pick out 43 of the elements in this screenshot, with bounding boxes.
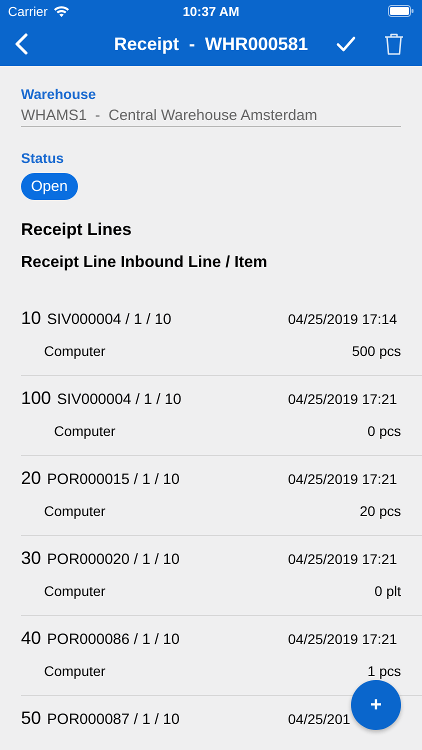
quantity: 1 pcs	[368, 663, 401, 679]
list-header: Receipt Line Inbound Line / Item	[21, 254, 268, 272]
item-name: Computer	[43, 343, 106, 359]
line-number: 30	[21, 548, 42, 569]
order-reference: SIV000004 / 1 / 10	[57, 391, 182, 408]
wifi-icon	[52, 5, 70, 17]
carrier-label: Carrier	[8, 4, 48, 18]
line-number: 20	[21, 468, 42, 489]
section-title: Receipt Lines	[21, 220, 133, 240]
clock: 10:37 AM	[182, 4, 240, 18]
quantity: 0 plt	[374, 583, 401, 599]
item-name: Computer	[43, 663, 106, 679]
back-icon[interactable]	[14, 33, 28, 55]
warehouse-field[interactable]: WHAMS1 - Central Warehouse Amsterdam	[21, 107, 401, 127]
order-reference: SIV000004 / 1 / 10	[47, 311, 172, 328]
item-name: Computer	[43, 503, 106, 519]
order-reference: POR000015 / 1 / 10	[47, 471, 180, 488]
item-name: Computer	[43, 583, 106, 599]
item-name: Computer	[53, 423, 116, 439]
page-title: Receipt - WHR000581	[114, 34, 308, 54]
date-time: 04/25/2019 17:21	[288, 631, 398, 647]
status-badge: Open	[21, 173, 78, 200]
quantity: 20 pcs	[360, 503, 401, 519]
order-reference: POR000020 / 1 / 10	[47, 551, 180, 568]
delete-icon[interactable]	[384, 33, 404, 55]
date-time: 04/25/201	[288, 711, 352, 727]
line-number: 40	[21, 628, 42, 649]
field-label: Warehouse	[21, 86, 97, 102]
add-button[interactable]: +	[351, 680, 401, 730]
quantity: 0 pcs	[368, 423, 401, 439]
date-time: 04/25/2019 17:21	[288, 391, 398, 407]
line-number: 100	[21, 388, 52, 409]
date-time: 04/25/2019 17:14	[288, 311, 398, 327]
quantity: 500 pcs	[352, 343, 401, 359]
order-reference: POR000086 / 1 / 10	[47, 631, 180, 648]
date-time: 04/25/2019 17:21	[288, 471, 398, 487]
line-number: 50	[21, 708, 42, 729]
order-reference: POR000087 / 1 / 10	[47, 711, 180, 728]
field-label: Status	[21, 150, 65, 166]
line-number: 10	[21, 308, 42, 329]
date-time: 04/25/2019 17:21	[288, 551, 398, 567]
checkmark-icon[interactable]	[336, 36, 356, 52]
battery-icon	[388, 5, 414, 17]
